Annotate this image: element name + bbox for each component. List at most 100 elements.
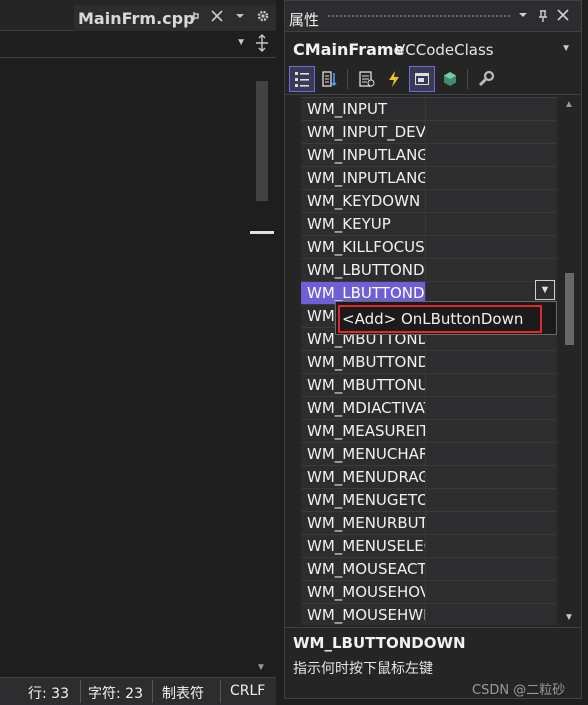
message-name: WM_MBUTTONUP [301, 374, 426, 396]
message-row[interactable]: WM_MOUSEHWHEEL [301, 604, 557, 625]
chevron-down-icon[interactable]: ▼ [561, 43, 571, 54]
handler-value-cell[interactable] [427, 167, 557, 189]
split-window-icon[interactable] [252, 34, 272, 56]
close-icon[interactable] [210, 9, 224, 27]
handler-value-cell[interactable] [427, 443, 557, 465]
member-dropdown[interactable]: ▼ [0, 34, 248, 56]
handler-value-cell[interactable] [427, 420, 557, 442]
add-handler-option[interactable]: <Add> OnLButtonDown [338, 305, 542, 333]
message-row[interactable]: WM_INPUT [301, 98, 557, 121]
value-dropdown-button[interactable]: ▼ [535, 280, 555, 300]
message-name: WM_MENUSELECT [301, 535, 426, 557]
handler-value-cell[interactable] [427, 144, 557, 166]
properties-title-bar[interactable]: 属性 [285, 1, 581, 32]
message-row[interactable]: WM_MOUSEACTIVATE [301, 558, 557, 581]
message-name: WM_INPUT [301, 98, 426, 120]
message-name: WM_MENURBUTTONUP [301, 512, 426, 534]
tab-title: MainFrm.cpp [78, 8, 195, 28]
message-row[interactable]: WM_MBUTTONUP [301, 374, 557, 397]
eol-indicator[interactable]: CRLF [230, 683, 265, 699]
message-name: WM_MEASUREITEM [301, 420, 426, 442]
gear-icon[interactable] [256, 9, 270, 27]
handler-value-cell[interactable] [427, 190, 557, 212]
message-row[interactable]: WM_KEYDOWN [301, 190, 557, 213]
message-row[interactable]: WM_KILLFOCUS [301, 236, 557, 259]
message-name: WM_MOUSEACTIVATE [301, 558, 426, 580]
message-name: WM_INPUT_DEVICE_CHANGE [301, 121, 426, 143]
message-name: WM_MOUSEHWHEEL [301, 604, 426, 625]
pin-icon[interactable] [186, 9, 200, 27]
message-row[interactable]: WM_INPUT_DEVICE_CHANGE [301, 121, 557, 144]
object-selector[interactable]: CMainFrame VCCodeClass ▼ [285, 35, 581, 63]
handler-value-cell[interactable] [427, 259, 557, 281]
document-tab-strip: MainFrm.cpp [0, 0, 276, 31]
handler-value-cell[interactable] [427, 489, 557, 511]
splitter-handle[interactable] [250, 231, 274, 234]
messages-icon[interactable] [409, 66, 435, 92]
line-indicator[interactable]: 行: 33 [28, 683, 69, 703]
overrides-icon[interactable] [473, 66, 499, 92]
message-name: WM_INPUTLANGCHANGEREQUEST [301, 167, 426, 189]
handler-value-cell[interactable] [427, 535, 557, 557]
message-row[interactable]: WM_MENURBUTTONUP [301, 512, 557, 535]
message-row[interactable]: WM_MENUDRAG [301, 466, 557, 489]
message-row[interactable]: WM_MENUSELECT [301, 535, 557, 558]
scroll-down-icon[interactable]: ▼ [256, 662, 266, 673]
scroll-up-icon[interactable]: ▲ [564, 99, 574, 110]
message-row[interactable]: WM_MDIACTIVATE [301, 397, 557, 420]
object-name: CMainFrame [293, 40, 405, 59]
char-indicator[interactable]: 字符: 23 [88, 683, 143, 703]
message-grid: WM_INPUTWM_INPUT_DEVICE_CHANGEWM_INPUTLA… [301, 97, 557, 625]
message-row[interactable]: WM_MBUTTONDOWN [301, 351, 557, 374]
handler-value-cell[interactable] [427, 213, 557, 235]
message-row[interactable]: WM_MENUCHAR [301, 443, 557, 466]
properties-toolbar [285, 63, 581, 95]
message-row[interactable]: WM_MENUGETOBJECT [301, 489, 557, 512]
properties-vertical-scrollbar[interactable]: ▲ ▼ [560, 97, 578, 625]
scrollbar-thumb[interactable] [565, 273, 574, 345]
message-row[interactable]: WM_MOUSEHOVER [301, 581, 557, 604]
tab-mainfrm-cpp[interactable]: MainFrm.cpp [74, 5, 276, 31]
virtual-functions-icon[interactable] [437, 66, 463, 92]
scroll-down-icon[interactable]: ▼ [564, 612, 574, 623]
message-row[interactable]: WM_KEYUP [301, 213, 557, 236]
message-name: WM_MENUCHAR [301, 443, 426, 465]
watermark: CSDN @二粒砂 [472, 683, 566, 698]
properties-title: 属性 [289, 11, 320, 29]
window-menu-dropdown-icon[interactable] [517, 9, 529, 24]
message-row[interactable]: WM_MEASUREITEM [301, 420, 557, 443]
alphabetical-icon[interactable] [317, 66, 343, 92]
code-editor: MainFrm.cpp ▼ ▼ 行: 33 字符: 23 制表符 CRLF [0, 0, 276, 705]
close-icon[interactable] [557, 9, 569, 24]
handler-value-cell[interactable] [427, 604, 557, 625]
handler-value-cell[interactable] [427, 98, 557, 120]
drag-grip[interactable] [327, 14, 511, 19]
message-row[interactable]: WM_INPUTLANGCHANGE [301, 144, 557, 167]
handler-value-cell[interactable] [427, 121, 557, 143]
handler-value-cell[interactable] [427, 236, 557, 258]
toolbar-separator [347, 69, 348, 89]
handler-value-cell[interactable] [427, 581, 557, 603]
handler-value-cell[interactable] [427, 397, 557, 419]
tab-list-dropdown-icon[interactable] [234, 9, 246, 27]
events-icon[interactable] [381, 66, 407, 92]
message-row[interactable]: WM_LBUTTONDBLCLK [301, 259, 557, 282]
divider [220, 680, 221, 703]
message-name: WM_LBUTTONDBLCLK [301, 259, 426, 281]
properties-window: 属性 CMainFrame VCCodeClass ▼ WM_INPUT WM_… [284, 0, 582, 699]
tabs-indicator[interactable]: 制表符 [162, 683, 204, 703]
pin-icon[interactable] [537, 9, 549, 26]
message-name: WM_KILLFOCUS [301, 236, 426, 258]
handler-value-cell[interactable] [427, 466, 557, 488]
message-row[interactable]: WM_INPUTLANGCHANGEREQUEST [301, 167, 557, 190]
editor-vertical-scrollbar[interactable]: ▼ [252, 59, 272, 677]
message-name: WM_MDIACTIVATE [301, 397, 426, 419]
property-pages-icon[interactable] [353, 66, 379, 92]
handler-value-cell[interactable] [427, 374, 557, 396]
handler-value-cell[interactable] [427, 558, 557, 580]
categorized-icon[interactable] [289, 66, 315, 92]
scrollbar-thumb[interactable] [256, 81, 268, 201]
handler-value-cell[interactable] [427, 512, 557, 534]
divider [80, 680, 81, 703]
handler-value-cell[interactable] [427, 351, 557, 373]
